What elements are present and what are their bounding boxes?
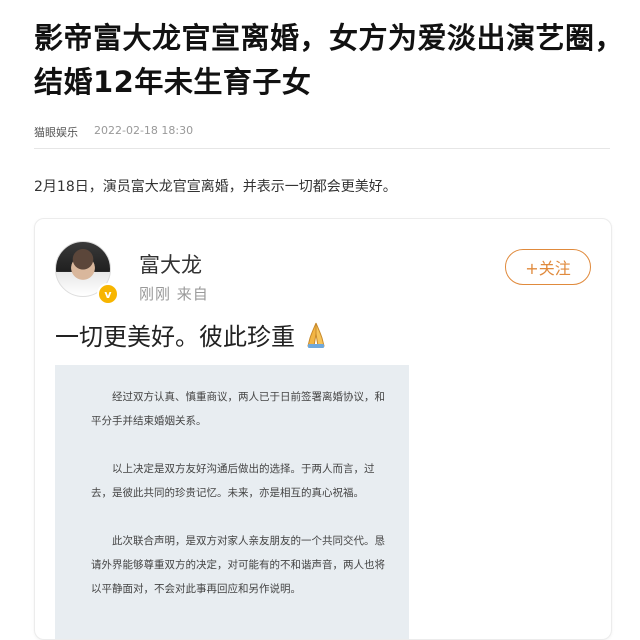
weibo-post-text: 一切更美好。彼此珍重 bbox=[55, 323, 295, 351]
verified-icon: v bbox=[97, 283, 119, 305]
statement-paragraph: 经过双方认真、慎重商议，两人已于日前签署离婚协议，和平分手并结束婚姻关系。 bbox=[91, 391, 385, 427]
article-source[interactable]: 猫眼娱乐 bbox=[34, 124, 78, 140]
statement-paragraph: 此次联合声明，是双方对家人亲友朋友的一个共同交代。恳请外界能够尊重双方的决定，对… bbox=[91, 535, 385, 595]
article-meta: 猫眼娱乐 2022-02-18 18:30 bbox=[34, 124, 193, 140]
article-title: 影帝富大龙官宣离婚，女方为爱淡出演艺圈，结婚12年未生育子女 bbox=[34, 21, 625, 99]
divider bbox=[34, 148, 610, 149]
weibo-username[interactable]: 富大龙 bbox=[139, 249, 202, 279]
pray-icon bbox=[307, 322, 325, 348]
weibo-post-meta: 刚刚 来自 bbox=[139, 285, 209, 303]
statement-paragraph: 以上决定是双方友好沟通后做出的选择。于两人而言，过去，是彼此共同的珍贵记忆。未来… bbox=[91, 463, 375, 499]
article-lead: 2月18日，演员富大龙官宣离婚，并表示一切都会更美好。 bbox=[34, 179, 397, 195]
weibo-post-text-row: 一切更美好。彼此珍重 bbox=[55, 317, 331, 352]
article-time: 2022-02-18 18:30 bbox=[94, 124, 194, 137]
weibo-embed-card: v 富大龙 刚刚 来自 +关注 一切更美好。彼此珍重 经过双方认真、慎重商议，两… bbox=[34, 218, 612, 640]
statement-image[interactable]: 经过双方认真、慎重商议，两人已于日前签署离婚协议，和平分手并结束婚姻关系。 以上… bbox=[55, 365, 409, 639]
follow-button[interactable]: +关注 bbox=[505, 249, 591, 285]
